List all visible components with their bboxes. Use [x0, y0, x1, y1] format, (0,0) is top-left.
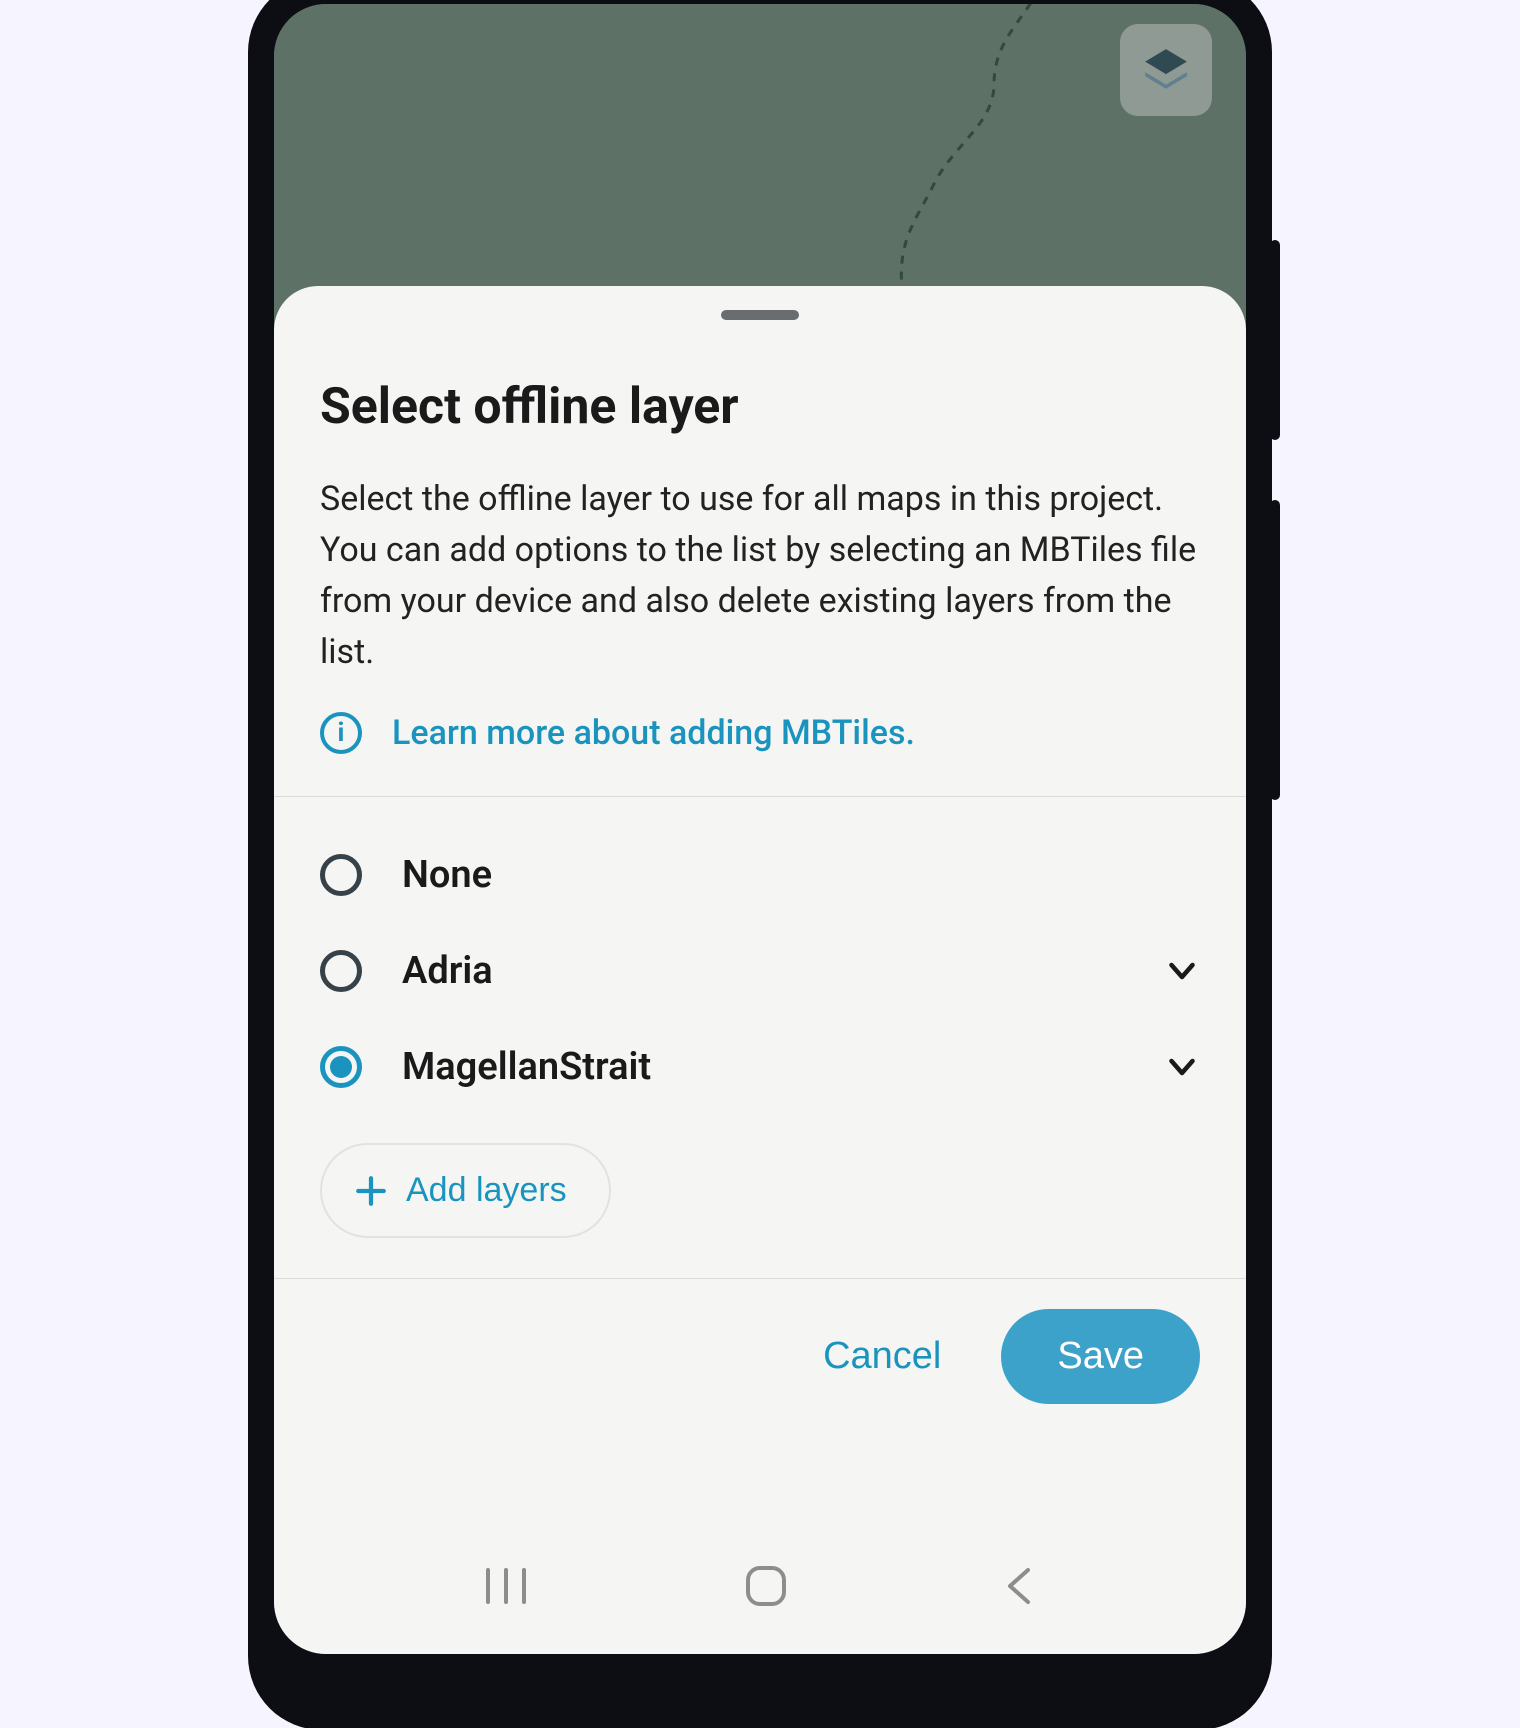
cancel-button[interactable]: Cancel — [811, 1313, 953, 1400]
info-icon: i — [320, 712, 362, 754]
layer-option-adria[interactable]: Adria — [320, 923, 1200, 1019]
option-label: None — [402, 853, 1200, 897]
radio-unchecked-icon — [320, 854, 362, 896]
save-button[interactable]: Save — [1001, 1309, 1200, 1404]
sheet-footer: Cancel Save — [274, 1278, 1246, 1404]
radio-checked-icon — [320, 1046, 362, 1088]
chevron-down-icon[interactable] — [1164, 953, 1200, 989]
android-nav-bar — [274, 1564, 1246, 1608]
learn-more-row[interactable]: i Learn more about adding MBTiles. — [320, 712, 1200, 796]
sheet-title: Select offline layer — [320, 378, 1200, 436]
phone-frame: Select offline layer Select the offline … — [250, 0, 1270, 1728]
sheet-description: Select the offline layer to use for all … — [320, 474, 1200, 678]
sheet-drag-handle[interactable] — [721, 310, 799, 320]
phone-screen: Select offline layer Select the offline … — [274, 4, 1246, 1654]
home-icon[interactable] — [744, 1564, 788, 1608]
map-layers-button[interactable] — [1120, 24, 1212, 116]
layer-option-none[interactable]: None — [320, 827, 1200, 923]
plus-icon — [354, 1174, 388, 1208]
option-label: Adria — [402, 949, 1124, 993]
layer-options: None Adria MagellanStrait — [320, 797, 1200, 1115]
radio-unchecked-icon — [320, 950, 362, 992]
layers-icon — [1141, 45, 1191, 95]
recent-apps-icon[interactable] — [480, 1566, 532, 1606]
chevron-down-icon[interactable] — [1164, 1049, 1200, 1085]
back-icon[interactable] — [1000, 1564, 1040, 1608]
option-label: MagellanStrait — [402, 1045, 1124, 1089]
layer-option-magellan[interactable]: MagellanStrait — [320, 1019, 1200, 1115]
add-layers-button[interactable]: Add layers — [320, 1143, 611, 1238]
add-layers-label: Add layers — [406, 1171, 567, 1210]
bottom-sheet: Select offline layer Select the offline … — [274, 286, 1246, 1654]
map-track-line — [694, 4, 1114, 334]
learn-more-link[interactable]: Learn more about adding MBTiles. — [392, 713, 915, 753]
